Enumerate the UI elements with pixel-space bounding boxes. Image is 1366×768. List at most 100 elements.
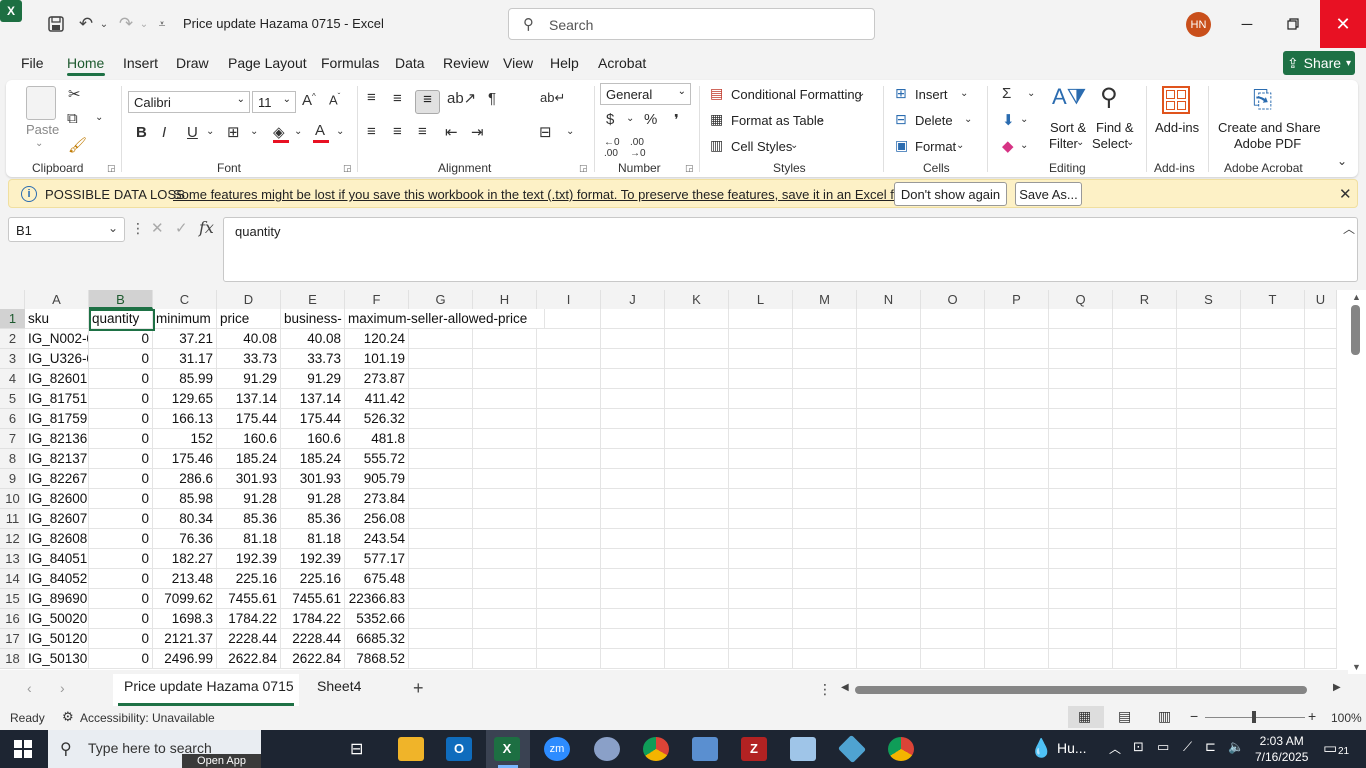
customize-toolbar-icon[interactable]: ⩡ [150,12,174,36]
grid-cell[interactable]: 91.29 [281,369,345,389]
sort-filter-label-2[interactable]: Filter [1049,136,1078,151]
grid-cell[interactable] [1049,509,1113,529]
grid-cell[interactable] [601,409,665,429]
grid-cell[interactable]: 31.17 [153,349,217,369]
grid-cell[interactable] [409,629,473,649]
grid-cell[interactable] [729,609,793,629]
tab-formulas[interactable]: Formulas [321,55,379,71]
column-header-n[interactable]: N [857,290,921,309]
grid-cell[interactable] [921,469,985,489]
select-all-corner[interactable] [0,290,25,309]
grid-cell[interactable]: sku [25,309,89,329]
grid-cell[interactable] [857,449,921,469]
grid-cell[interactable] [985,489,1049,509]
grid-cell[interactable]: 33.73 [281,349,345,369]
grid-cell[interactable] [1049,589,1113,609]
grid-cell[interactable] [1241,309,1305,329]
grid-cell[interactable]: 2228.44 [217,629,281,649]
decrease-indent-icon[interactable]: ⇤ [445,123,458,141]
grid-cell[interactable] [1113,429,1177,449]
alignment-launcher-icon[interactable]: ◲ [579,163,588,174]
grid-cell[interactable]: IG_82601 [25,369,89,389]
grid-cell[interactable] [985,449,1049,469]
font-name-select[interactable]: Calibri ⌄ [128,91,250,113]
grid-cell[interactable]: 243.54 [345,529,409,549]
grid-cell[interactable] [1049,529,1113,549]
grid-cell[interactable] [601,429,665,449]
grid-cell[interactable]: 0 [89,569,153,589]
grid-cell[interactable] [729,569,793,589]
grid-cell[interactable]: IG_82267 [25,469,89,489]
column-header-i[interactable]: I [537,290,601,309]
grid-cell[interactable] [793,429,857,449]
grid-cell[interactable] [793,449,857,469]
fill-color-dropdown-icon[interactable]: ⌄ [294,126,302,137]
grid-cell[interactable] [921,549,985,569]
currency-dropdown-icon[interactable]: ⌄ [626,113,634,124]
grid-cell[interactable] [985,529,1049,549]
grid-cell[interactable]: 0 [89,329,153,349]
grid-cell[interactable]: 0 [89,409,153,429]
grid-cell[interactable] [985,649,1049,669]
grid-cell[interactable] [729,389,793,409]
notifications-icon[interactable]: ▭ [1323,739,1337,757]
tab-home[interactable]: Home [67,55,104,71]
grid-cell[interactable] [601,629,665,649]
grid-cell[interactable]: IG_82607 [25,509,89,529]
grid-cell[interactable] [665,509,729,529]
sheet-tab-sheet4[interactable]: Sheet4 [317,678,361,694]
grid-cell[interactable] [1305,589,1337,609]
grid-cell[interactable] [729,329,793,349]
grid-cell[interactable] [1113,309,1177,329]
format-cells-icon[interactable]: ▣ [895,137,908,154]
delete-cells-button[interactable]: Delete [915,113,953,128]
column-header-u[interactable]: U [1305,290,1337,309]
cell-styles-button[interactable]: Cell Styles [731,139,792,154]
grid-cell[interactable] [1305,429,1337,449]
grid-cell[interactable] [473,629,537,649]
grid-cell[interactable] [1241,589,1305,609]
grid-cell[interactable] [1113,489,1177,509]
page-break-view-icon[interactable]: ▥ [1158,708,1171,725]
bold-icon[interactable]: B [136,124,147,141]
grid-cell[interactable] [729,509,793,529]
grid-cell[interactable]: minimum [153,309,217,329]
grid-cell[interactable] [921,429,985,449]
create-pdf-icon[interactable]: ⎘ [1253,86,1272,114]
grid-cell[interactable] [665,369,729,389]
grid-cell[interactable]: maximum-seller-allowed-price [345,309,545,329]
wrap-text-icon[interactable]: ab↵ [540,90,565,106]
grid-cell[interactable]: 675.48 [345,569,409,589]
grid-cell[interactable] [665,549,729,569]
grid-cell[interactable] [985,469,1049,489]
grid-cell[interactable]: IG_50120 [25,629,89,649]
tray-icon[interactable]: ▭ [1157,739,1169,755]
grid-cell[interactable] [473,609,537,629]
underline-icon[interactable]: U [187,124,198,141]
row-header[interactable]: 6 [0,409,25,429]
grid-cell[interactable] [1113,589,1177,609]
more-options-icon[interactable]: ⋮ [131,220,145,237]
row-header[interactable]: 17 [0,629,25,649]
align-middle-icon[interactable]: ≡ [393,90,402,107]
grid-cell[interactable] [473,329,537,349]
weather-icon[interactable]: 💧 [1030,738,1052,759]
grid-cell[interactable]: 0 [89,609,153,629]
clear-dropdown-icon[interactable]: ⌄ [1020,140,1028,151]
grid-cell[interactable] [665,349,729,369]
tab-data[interactable]: Data [395,55,425,71]
grid-cell[interactable] [793,529,857,549]
grid-cell[interactable] [1177,409,1241,429]
clock[interactable]: 2:03 AM 7/16/2025 [1255,733,1308,765]
grid-cell[interactable]: 301.93 [217,469,281,489]
grid-cell[interactable]: 91.28 [217,489,281,509]
column-header-j[interactable]: J [601,290,665,309]
grid-cell[interactable]: 225.16 [281,569,345,589]
column-header-r[interactable]: R [1113,290,1177,309]
column-header-a[interactable]: A [25,290,89,309]
grid-cell[interactable] [793,369,857,389]
grid-cell[interactable] [793,549,857,569]
grid-cell[interactable] [857,369,921,389]
row-header[interactable]: 4 [0,369,25,389]
grid-cell[interactable] [1241,429,1305,449]
